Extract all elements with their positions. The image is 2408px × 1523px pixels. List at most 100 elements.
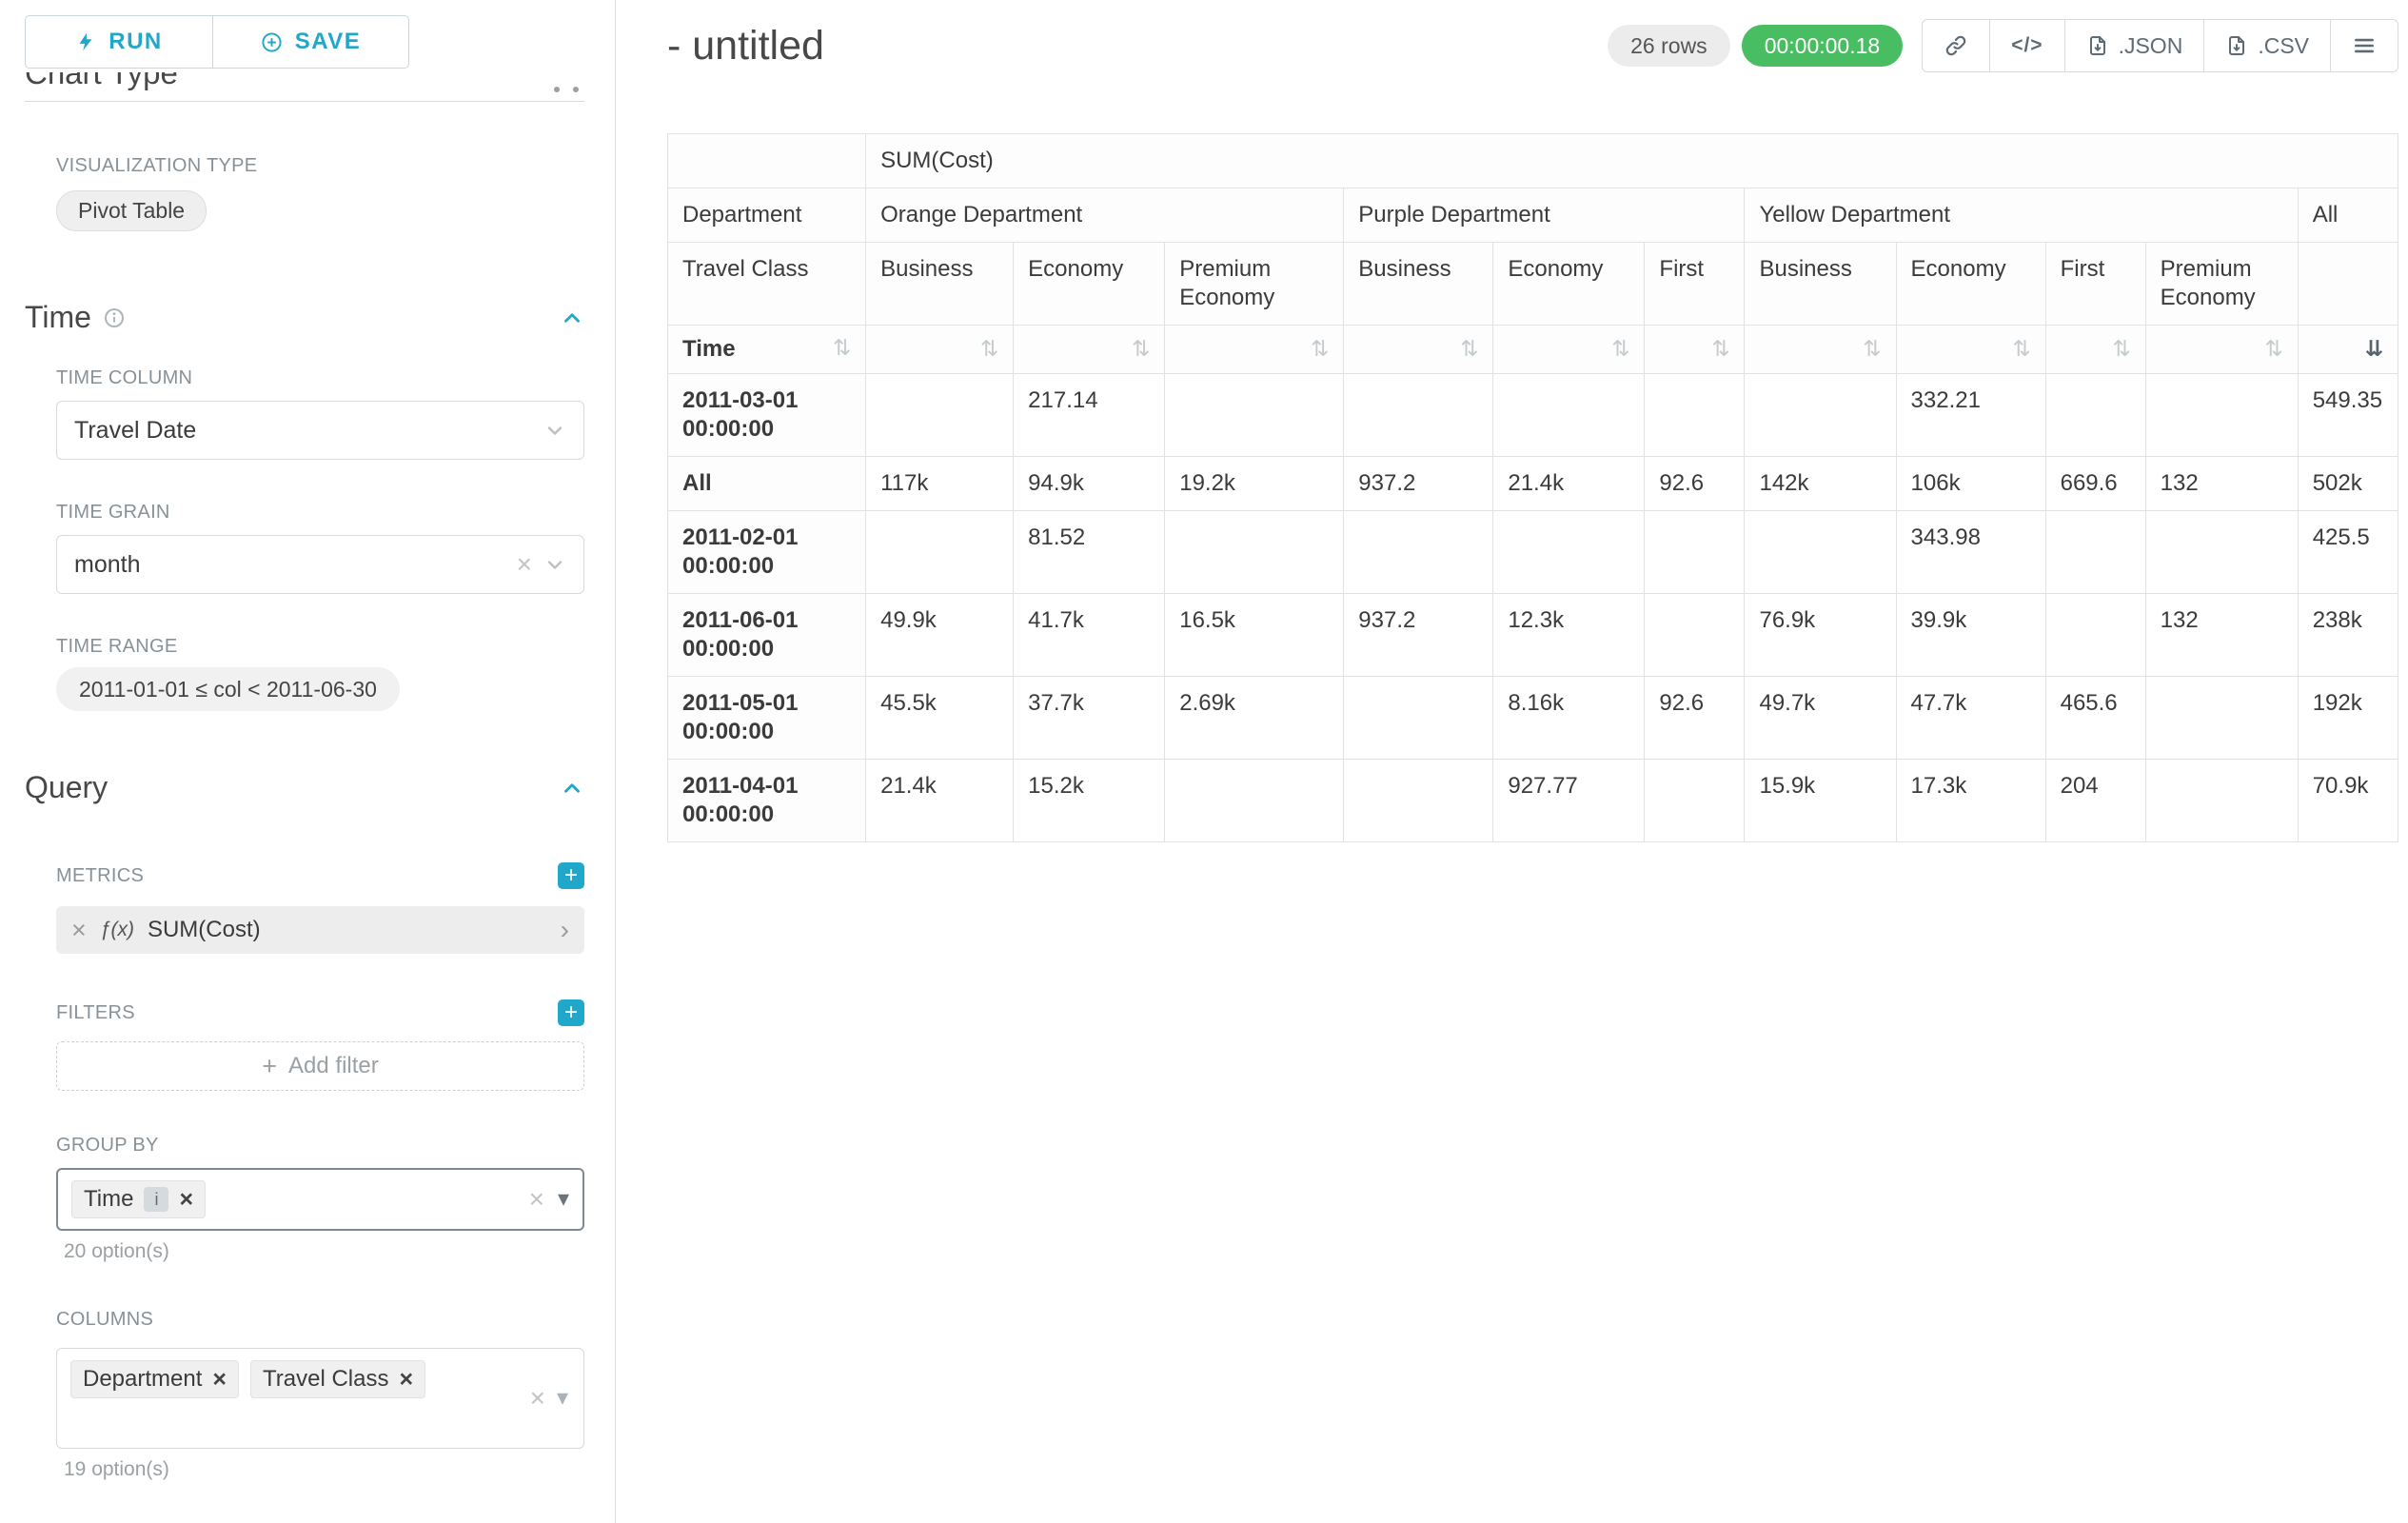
- value-cell: 343.98: [1896, 511, 2045, 594]
- metric-chip-label: SUM(Cost): [148, 917, 261, 943]
- remove-chip-icon[interactable]: ×: [399, 1366, 413, 1394]
- query-section-title: Query: [25, 770, 108, 805]
- group-by-options-hint: 20 option(s): [64, 1240, 584, 1263]
- info-badge-icon: i: [144, 1187, 168, 1212]
- column-sort-header[interactable]: ⇅: [1896, 326, 2045, 374]
- filters-label: FILTERS: [56, 1002, 135, 1024]
- time-sort-header[interactable]: Time⇅: [668, 326, 866, 374]
- col-header: Premium Economy: [2145, 243, 2298, 326]
- value-cell: 425.5: [2298, 511, 2398, 594]
- column-sort-header[interactable]: ⇅: [1745, 326, 1896, 374]
- sort-icon: ⇅: [1711, 336, 1729, 364]
- value-cell: 332.21: [1896, 374, 2045, 457]
- time-column-select[interactable]: Travel Date: [56, 401, 584, 460]
- column-sort-header[interactable]: ⇅: [2045, 326, 2145, 374]
- sort-icon: ⇅: [1311, 336, 1329, 364]
- add-filter-button[interactable]: + Add filter: [56, 1041, 584, 1091]
- value-cell: [1344, 760, 1493, 842]
- time-grain-select[interactable]: month ×: [56, 535, 584, 594]
- clear-icon[interactable]: ×: [517, 551, 532, 578]
- metric-chip[interactable]: × ƒ(x) SUM(Cost) ›: [56, 906, 584, 954]
- export-csv-button[interactable]: .CSV: [2203, 19, 2331, 72]
- collapse-chevron-icon[interactable]: [560, 306, 584, 330]
- embed-code-button[interactable]: </>: [1989, 19, 2064, 72]
- table-row: 2011-04-01 00:00:0021.4k15.2k927.7715.9k…: [668, 760, 2398, 842]
- time-range-pill[interactable]: 2011-01-01 ≤ col < 2011-06-30: [56, 667, 400, 711]
- time-label: Time: [682, 335, 736, 364]
- add-metric-button[interactable]: +: [558, 862, 584, 889]
- value-cell: 92.6: [1645, 677, 1745, 760]
- time-grain-value: month: [74, 551, 140, 579]
- caret-down-icon[interactable]: ▾: [558, 1188, 569, 1211]
- row-label: 2011-03-01 00:00:00: [668, 374, 866, 457]
- chart-title[interactable]: - untitled: [667, 23, 824, 69]
- value-cell: 142k: [1745, 457, 1896, 511]
- copy-link-button[interactable]: [1922, 19, 1990, 72]
- columns-select[interactable]: Department × Travel Class × × ▾: [56, 1348, 584, 1449]
- column-sort-header[interactable]: ⇅: [1344, 326, 1493, 374]
- column-sort-header[interactable]: ⇅: [1493, 326, 1645, 374]
- column-sort-header[interactable]: ⇅: [2145, 326, 2298, 374]
- export-json-button[interactable]: .JSON: [2064, 19, 2205, 72]
- col-header: Business: [1745, 243, 1896, 326]
- value-cell: 927.77: [1493, 760, 1645, 842]
- collapse-chevron-icon[interactable]: [560, 776, 584, 801]
- value-cell: 937.2: [1344, 457, 1493, 511]
- clear-icon[interactable]: ×: [530, 1385, 545, 1412]
- metric-header-cell: SUM(Cost): [866, 134, 2398, 188]
- group-by-chip[interactable]: Time i ×: [71, 1180, 206, 1218]
- run-button[interactable]: RUN: [25, 15, 213, 69]
- remove-chip-icon[interactable]: ×: [212, 1366, 227, 1394]
- value-cell: 12.3k: [1493, 594, 1645, 677]
- chart-panel: - untitled 26 rows 00:00:00.18 </> .JSON: [616, 0, 2408, 1523]
- add-filter-plus-button[interactable]: +: [558, 999, 584, 1026]
- columns-chip[interactable]: Department ×: [70, 1360, 239, 1398]
- sort-icon: ⇅: [2012, 336, 2030, 364]
- time-column-label: TIME COLUMN: [56, 367, 584, 389]
- column-sort-header[interactable]: ⇅: [1645, 326, 1745, 374]
- col-header: Economy: [1493, 243, 1645, 326]
- value-cell: 15.9k: [1745, 760, 1896, 842]
- column-sort-header[interactable]: ⇅: [1165, 326, 1344, 374]
- file-download-icon: [2225, 34, 2248, 57]
- value-cell: [2145, 511, 2298, 594]
- caret-down-icon[interactable]: ▾: [557, 1387, 568, 1410]
- more-options-button[interactable]: [2330, 19, 2398, 72]
- chevron-down-icon[interactable]: [543, 553, 566, 576]
- time-section-title: Time: [25, 300, 91, 335]
- save-button[interactable]: SAVE: [213, 15, 409, 69]
- clear-icon[interactable]: ×: [529, 1186, 544, 1213]
- run-save-toolbar: RUN SAVE: [25, 15, 584, 69]
- row-count-badge: 26 rows: [1608, 25, 1730, 67]
- visualization-type-chip[interactable]: Pivot Table: [56, 190, 207, 231]
- value-cell: 669.6: [2045, 457, 2145, 511]
- table-row: All117k94.9k19.2k937.221.4k92.6142k106k6…: [668, 457, 2398, 511]
- value-cell: [1645, 511, 1745, 594]
- remove-metric-icon[interactable]: ×: [71, 916, 87, 945]
- group-by-select[interactable]: Time i × × ▾: [56, 1168, 584, 1231]
- value-cell: 15.2k: [1014, 760, 1165, 842]
- metrics-label: METRICS: [56, 865, 144, 887]
- chevron-right-icon[interactable]: ›: [561, 915, 569, 945]
- value-cell: 16.5k: [1165, 594, 1344, 677]
- value-cell: 76.9k: [1745, 594, 1896, 677]
- value-cell: [866, 511, 1014, 594]
- chevron-down-icon[interactable]: [543, 419, 566, 442]
- remove-chip-icon[interactable]: ×: [179, 1186, 193, 1214]
- value-cell: [1165, 511, 1344, 594]
- value-cell: 94.9k: [1014, 457, 1165, 511]
- column-sort-header[interactable]: ⇊: [2298, 326, 2398, 374]
- value-cell: 21.4k: [866, 760, 1014, 842]
- columns-chip[interactable]: Travel Class ×: [250, 1360, 425, 1398]
- col-header: First: [1645, 243, 1745, 326]
- value-cell: 106k: [1896, 457, 2045, 511]
- value-cell: [1344, 511, 1493, 594]
- export-csv-label: .CSV: [2258, 33, 2309, 59]
- column-sort-header[interactable]: ⇅: [1014, 326, 1165, 374]
- query-timer-badge: 00:00:00.18: [1742, 25, 1904, 67]
- column-sort-header[interactable]: ⇅: [866, 326, 1014, 374]
- info-icon: [103, 307, 126, 329]
- value-cell: 37.7k: [1014, 677, 1165, 760]
- value-cell: 81.52: [1014, 511, 1165, 594]
- value-cell: 47.7k: [1896, 677, 2045, 760]
